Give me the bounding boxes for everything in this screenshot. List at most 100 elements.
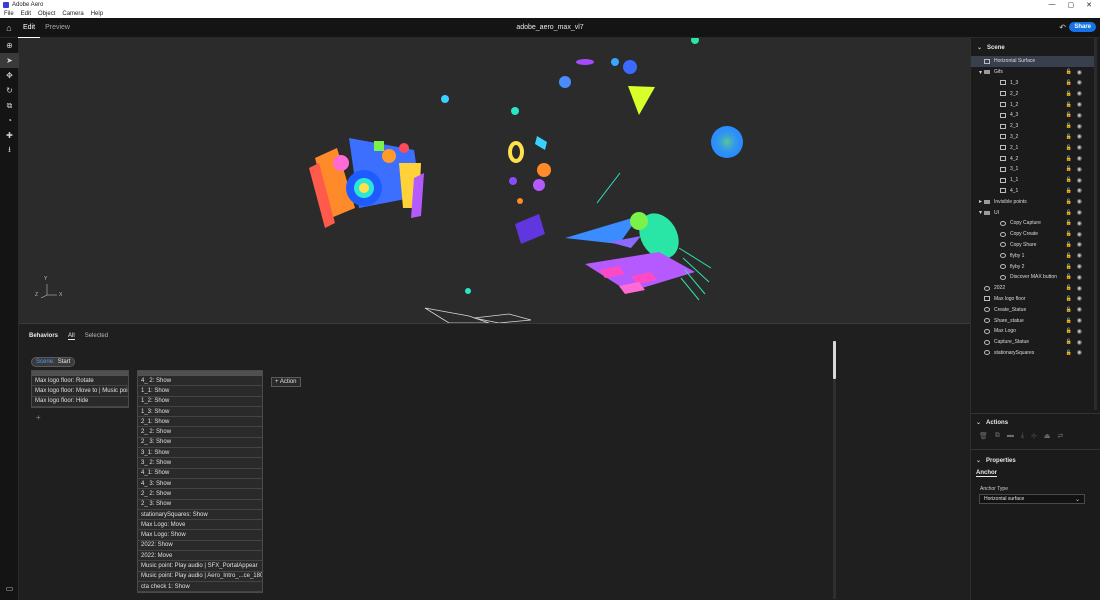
scene-item[interactable]: 3_1 🔓 ◉ <box>971 164 1095 175</box>
action-item[interactable]: 3_1: Show <box>138 448 262 459</box>
scene-item[interactable]: stationarySquares 🔓 ◉ <box>971 348 1095 359</box>
lock-icon[interactable]: 🔓 <box>1066 102 1072 108</box>
close-button[interactable]: ✕ <box>1086 1 1092 9</box>
scene-item[interactable]: 1_1 🔓 ◉ <box>971 175 1095 186</box>
share-statue-object[interactable] <box>565 206 712 301</box>
visibility-eye-icon[interactable]: ◉ <box>1077 317 1082 324</box>
scene-item[interactable]: 3_2 🔓 ◉ <box>971 132 1095 143</box>
properties-section-header[interactable]: ⌄ Properties <box>976 457 1016 465</box>
action-item[interactable]: stationarySquares: Show <box>138 510 262 521</box>
menu-object[interactable]: Object <box>38 11 55 17</box>
lock-icon[interactable]: 🔓 <box>1066 123 1072 129</box>
action-item[interactable]: 1_2: Show <box>138 397 262 407</box>
scene-item[interactable]: Discover MAX button 🔓 ◉ <box>971 272 1095 283</box>
menu-camera[interactable]: Camera <box>62 11 83 17</box>
action-item[interactable]: Music point: Play audio | SFX_PortalAppe… <box>138 561 262 572</box>
tab-preview[interactable]: Preview <box>40 18 75 38</box>
visibility-eye-icon[interactable]: ◉ <box>1077 69 1082 76</box>
lock-icon[interactable]: 🔓 <box>1066 274 1072 280</box>
flyby-spheres[interactable] <box>441 38 743 294</box>
capture-statue-object[interactable] <box>309 138 424 228</box>
trigger-scene-start[interactable]: Scene: Start <box>31 357 76 367</box>
scene-item[interactable]: flyby 1 🔓 ◉ <box>971 250 1095 261</box>
action-item[interactable]: 4_ 2: Show <box>138 376 262 387</box>
visibility-eye-icon[interactable]: ◉ <box>1077 306 1082 313</box>
visibility-eye-icon[interactable]: ◉ <box>1077 133 1082 140</box>
move-icon[interactable]: ✥ <box>0 68 19 83</box>
scene-item[interactable]: Horizontal Surface <box>971 56 1095 67</box>
lock-icon[interactable]: 🔓 <box>1066 145 1072 151</box>
visibility-eye-icon[interactable]: ◉ <box>1077 220 1082 227</box>
home-icon[interactable]: ⌂ <box>0 18 18 38</box>
action-item[interactable]: 2_ 2: Show <box>138 489 262 500</box>
share-button[interactable]: Share <box>1069 22 1096 32</box>
action-item[interactable]: Max Logo: Move <box>138 520 262 531</box>
visibility-eye-icon[interactable]: ◉ <box>1077 79 1082 86</box>
scene-section-header[interactable]: ⌄ Scene <box>977 44 1005 52</box>
lock-icon[interactable]: 🔓 <box>1066 210 1072 216</box>
scene-item[interactable]: 1_2 🔓 ◉ <box>971 99 1095 110</box>
scene-item[interactable]: 1_3 🔓 ◉ <box>971 78 1095 89</box>
lock-icon[interactable]: 🔓 <box>1066 69 1072 75</box>
scene-item[interactable]: Create_Statue 🔓 ◉ <box>971 304 1095 315</box>
orbit-icon[interactable]: ◔ <box>0 113 19 128</box>
minimize-button[interactable]: — <box>1049 1 1056 9</box>
action-item[interactable]: 1_1: Show <box>138 386 262 397</box>
action-item[interactable]: 2022: Show <box>138 541 262 552</box>
action-item[interactable]: cta check 1: Show <box>138 582 262 593</box>
lock-icon[interactable]: 🔓 <box>1066 339 1072 345</box>
expand-caret-icon[interactable]: ▸ <box>977 198 984 205</box>
visibility-eye-icon[interactable]: ◉ <box>1077 101 1082 108</box>
scene-item[interactable]: Share_statue 🔓 ◉ <box>971 315 1095 326</box>
scene-item[interactable]: 4_2 🔓 ◉ <box>971 153 1095 164</box>
expand-caret-icon[interactable]: ▾ <box>977 69 984 76</box>
action-item[interactable]: Max logo floor: Rotate <box>32 376 128 387</box>
action-item[interactable]: 2022: Move <box>138 551 262 562</box>
visibility-eye-icon[interactable]: ◉ <box>1077 177 1082 184</box>
scene-item[interactable]: ▾ UI 🔓 ◉ <box>971 207 1095 218</box>
scene-item[interactable]: Copy Capture 🔓 ◉ <box>971 218 1095 229</box>
select-icon[interactable]: ➤ <box>0 53 19 68</box>
scene-item[interactable]: Max logo floor 🔓 ◉ <box>971 294 1095 305</box>
action-item[interactable]: 2_ 2: Show <box>138 427 262 438</box>
scene-item[interactable]: 2_3 🔓 ◉ <box>971 121 1095 132</box>
scene-item[interactable]: Capture_Statue 🔓 ◉ <box>971 337 1095 348</box>
lock-icon[interactable]: 🔓 <box>1066 112 1072 118</box>
pan-icon[interactable]: ✚ <box>0 128 19 143</box>
lock-icon[interactable]: 🔓 <box>1066 242 1072 248</box>
replace-icon[interactable]: ⇄ <box>1058 432 1064 440</box>
rotate-icon[interactable]: ↻ <box>0 83 19 98</box>
behaviors-scrollbar-thumb[interactable] <box>833 341 836 379</box>
lock-icon[interactable]: 🔓 <box>1066 318 1072 324</box>
undo-icon[interactable]: ↶ <box>1059 23 1066 32</box>
add-action-button[interactable]: + Action <box>271 377 301 387</box>
lock-icon[interactable]: 🔓 <box>1066 166 1072 172</box>
maximize-button[interactable]: ▢ <box>1068 1 1075 9</box>
scene-item[interactable]: flyby 2 🔓 ◉ <box>971 261 1095 272</box>
lock-icon[interactable]: 🔓 <box>1066 296 1072 302</box>
align-icon[interactable]: ⊹ <box>1031 432 1037 440</box>
visibility-eye-icon[interactable]: ◉ <box>1077 274 1082 281</box>
behaviors-scrollbar-track[interactable] <box>833 341 836 599</box>
visibility-eye-icon[interactable]: ◉ <box>1077 112 1082 119</box>
scene-item[interactable]: ▸ Invisible points 🔓 ◉ <box>971 196 1095 207</box>
visibility-eye-icon[interactable]: ◉ <box>1077 252 1082 259</box>
lock-icon[interactable]: 🔓 <box>1066 177 1072 183</box>
visibility-eye-icon[interactable]: ◉ <box>1077 90 1082 97</box>
scene-item[interactable]: Copy Create 🔓 ◉ <box>971 229 1095 240</box>
lock-icon[interactable]: 🔓 <box>1066 264 1072 270</box>
tab-edit[interactable]: Edit <box>18 18 41 38</box>
duplicate-icon[interactable]: ⧉ <box>995 432 1000 440</box>
tab-behaviors-selected[interactable]: Selected <box>85 333 108 340</box>
visibility-eye-icon[interactable]: ◉ <box>1077 123 1082 130</box>
action-item[interactable]: 4_ 3: Show <box>138 479 262 490</box>
visibility-eye-icon[interactable]: ◉ <box>1077 241 1082 248</box>
anchor-type-select[interactable]: Horizontal surface ⌄ <box>979 494 1085 504</box>
action-item[interactable]: Music point: Play audio | Aero_Intro_...… <box>138 572 262 582</box>
scene-item[interactable]: Max Logo 🔓 ◉ <box>971 326 1095 337</box>
tab-behaviors-all[interactable]: All <box>68 333 75 340</box>
add-icon[interactable]: ⊕ <box>0 38 19 53</box>
visibility-eye-icon[interactable]: ◉ <box>1077 198 1082 205</box>
lock-icon[interactable]: 🔓 <box>1066 80 1072 86</box>
visibility-eye-icon[interactable]: ◉ <box>1077 263 1082 270</box>
